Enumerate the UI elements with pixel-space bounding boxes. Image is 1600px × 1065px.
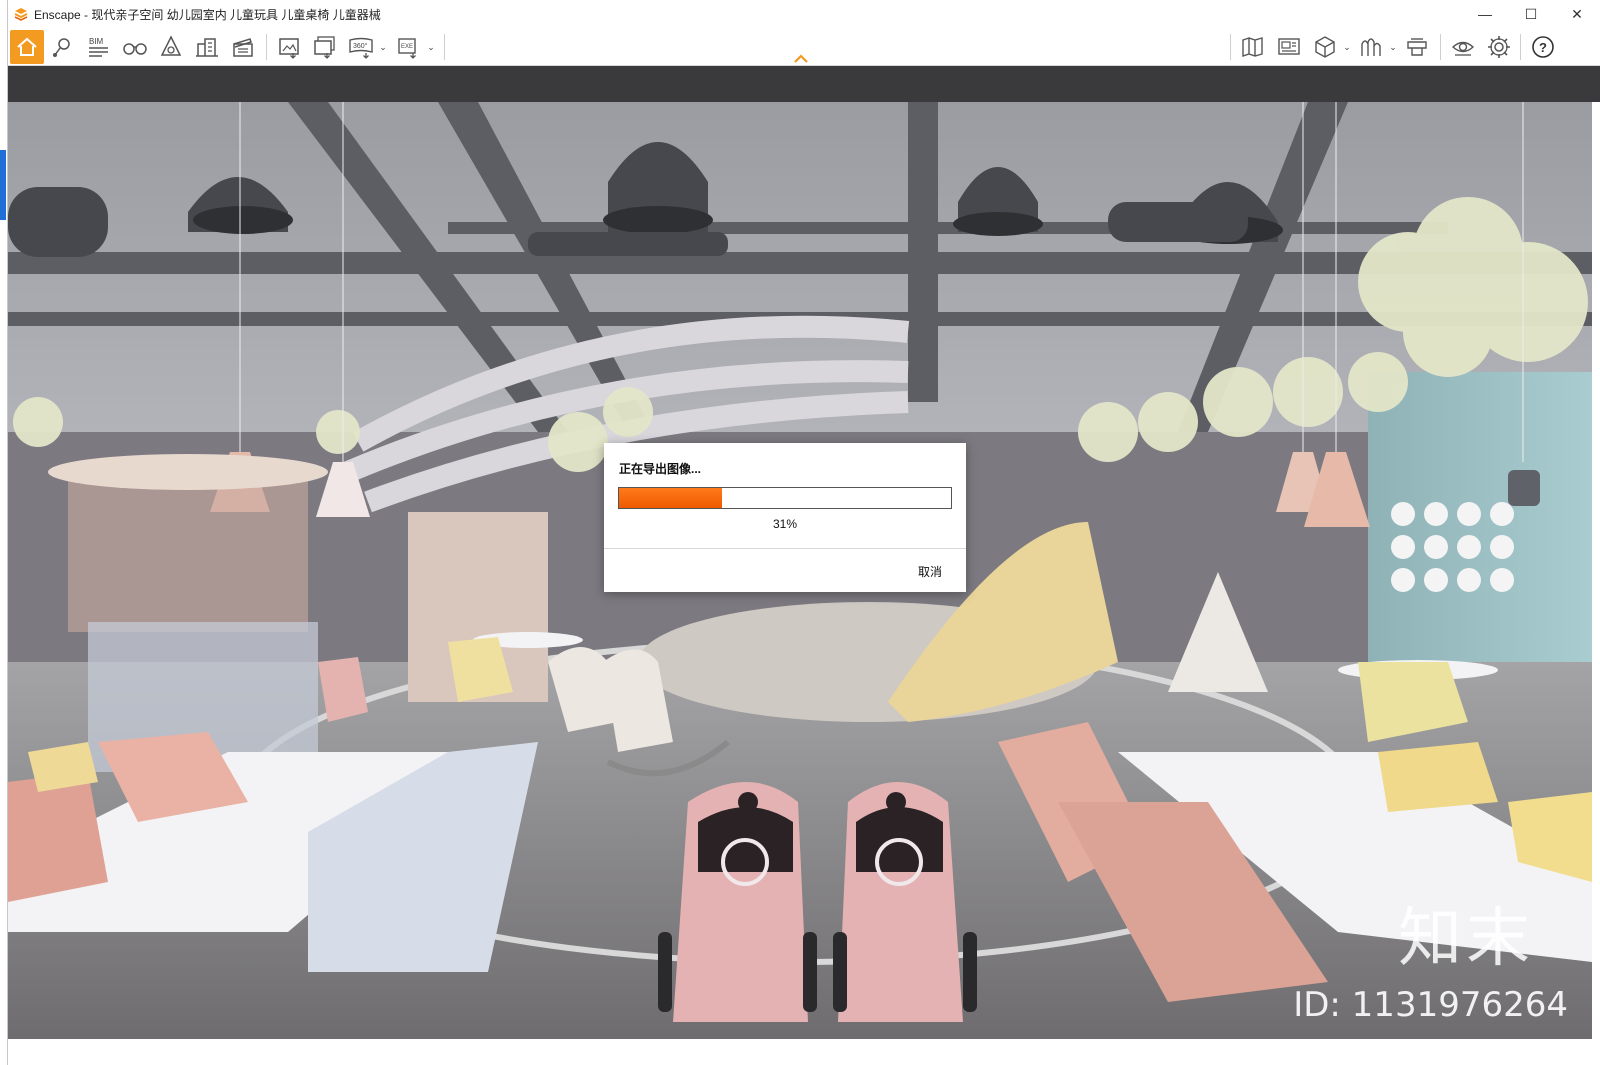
binoculars-icon	[123, 43, 147, 55]
toolbar-separator	[266, 34, 267, 60]
cube-icon	[1315, 36, 1335, 58]
maximize-button[interactable]: ☐	[1508, 0, 1554, 28]
visual-settings-button[interactable]	[1446, 30, 1480, 64]
home-button[interactable]	[10, 30, 44, 64]
capture-view-icon	[1278, 38, 1300, 55]
enscape-logo-icon	[14, 8, 28, 21]
batch-render-button[interactable]	[308, 30, 342, 64]
location-pin-icon	[53, 38, 70, 57]
clapperboard-icon	[233, 38, 253, 57]
progress-fill	[619, 488, 722, 508]
svg-text:360°: 360°	[353, 42, 368, 50]
object-button[interactable]	[1308, 30, 1342, 64]
screenshot-button[interactable]	[272, 30, 306, 64]
window-bottom-border	[8, 1039, 1600, 1065]
help-icon: ?	[1532, 36, 1554, 58]
toolbar-separator	[1440, 34, 1441, 60]
material-editor-icon	[1407, 38, 1427, 56]
desktop-window-fragment	[0, 150, 6, 220]
collapse-toolbar-chevron-icon[interactable]	[792, 52, 810, 64]
settings-button[interactable]	[1482, 30, 1516, 64]
cancel-button[interactable]: 取消	[918, 563, 942, 580]
material-editor-button[interactable]	[1400, 30, 1434, 64]
svg-text:BIM: BIM	[89, 37, 104, 46]
buildings-icon	[196, 38, 218, 57]
bim-icon: BIM	[89, 37, 108, 57]
object-dropdown-icon[interactable]: ⌄	[1342, 42, 1352, 52]
bim-button[interactable]: BIM	[82, 30, 116, 64]
help-button[interactable]: ?	[1526, 30, 1560, 64]
export-dropdown-icon[interactable]: ⌄	[426, 42, 436, 52]
map-icon	[1242, 37, 1263, 57]
video-editor-button[interactable]	[226, 30, 260, 64]
window-title: Enscape - 现代亲子空间 幼儿园室内 儿童玩具 儿童桌椅 儿童器械	[34, 7, 381, 22]
panorama-button[interactable]: 360°	[344, 30, 378, 64]
export-exe-button[interactable]: EXE	[392, 30, 426, 64]
binoculars-button[interactable]	[118, 30, 152, 64]
export-progress-dialog: 正在导出图像... 31% 取消	[604, 443, 966, 592]
window-controls: — ☐ ✕	[1462, 0, 1600, 28]
kiosk-roof	[48, 454, 328, 490]
views-button[interactable]	[46, 30, 80, 64]
kiosk	[68, 472, 308, 632]
asset-dropdown-icon[interactable]: ⌄	[1388, 42, 1398, 52]
visual-settings-icon	[1451, 41, 1475, 56]
panorama-dropdown-icon[interactable]: ⌄	[378, 42, 388, 52]
svg-text:EXE: EXE	[401, 44, 413, 50]
close-button[interactable]: ✕	[1554, 0, 1600, 28]
buildings-button[interactable]	[190, 30, 224, 64]
minimize-button[interactable]: —	[1462, 0, 1508, 28]
teal-wall	[1368, 372, 1592, 692]
toolbar-separator	[1230, 34, 1231, 60]
atmosphere-button[interactable]	[154, 30, 188, 64]
title-bar: Enscape - 现代亲子空间 幼儿园室内 儿童玩具 儿童桌椅 儿童器械 — …	[8, 0, 1600, 28]
svg-text:?: ?	[1539, 40, 1547, 55]
map-button[interactable]	[1236, 30, 1270, 64]
progress-percent: 31%	[772, 517, 798, 531]
export-exe-icon: EXE	[398, 38, 416, 59]
asset-library-icon	[1361, 38, 1381, 56]
home-icon	[17, 37, 37, 56]
toolbar-separator	[444, 34, 445, 60]
watermark-logo: 知末	[1398, 902, 1534, 976]
asset-library-button[interactable]	[1354, 30, 1388, 64]
watermark-id: ID: 1131976264	[1293, 985, 1568, 1025]
settings-icon	[1488, 36, 1510, 58]
capture-view-button[interactable]	[1272, 30, 1306, 64]
export-progress-bar	[618, 487, 952, 509]
viewport-top-bar	[8, 66, 1600, 102]
dialog-title: 正在导出图像...	[619, 462, 702, 476]
toolbar-separator	[1520, 34, 1521, 60]
batch-render-icon	[314, 36, 335, 59]
panorama-360-icon: 360°	[349, 37, 373, 59]
dialog-divider	[604, 548, 966, 549]
cone-icon	[160, 35, 182, 56]
desktop-background	[0, 0, 8, 1065]
screenshot-icon	[279, 38, 299, 59]
